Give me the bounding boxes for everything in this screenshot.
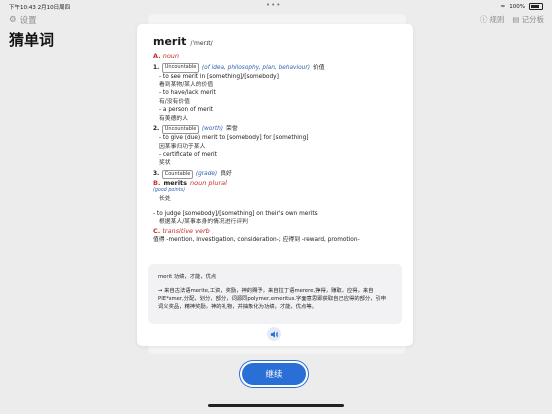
status-time: 下午10:43 2月10日周四: [9, 5, 71, 11]
gear-icon: ⚙: [9, 15, 17, 25]
pos-a: A. noun: [153, 51, 180, 60]
example-translation: 有/没有价值: [159, 98, 190, 105]
etymology-line: → 来自古法语merite,工资，奖励，神的赐予，来自拉丁语merere,挣得，…: [158, 287, 374, 294]
uncountable-tag: Uncountable: [162, 124, 199, 135]
settings-label: 设置: [19, 16, 37, 26]
good-points-label: (good points): [153, 188, 185, 194]
sense-1: 1. Uncountable (of idea, philosophy, pla…: [153, 63, 325, 73]
battery-icon: [529, 3, 543, 10]
pos-c: C. transitive verb: [153, 226, 210, 235]
word-card: merit /ˈmerɪt/ A. noun 1. Uncountable (o…: [137, 24, 413, 346]
question-icon: ⓘ: [479, 15, 488, 24]
example-line: - to judge [somebody]/[something] on the…: [153, 210, 318, 217]
scoreboard-button[interactable]: ▤ 记分板: [512, 14, 544, 25]
example-line: - a person of merit: [159, 107, 213, 114]
example-line: - to have/lack merit: [159, 90, 216, 97]
example-line: - to see merit in [something]/[somebody]: [159, 73, 279, 80]
etymology-line: 词义奖品，精神奖励，神的礼物，并抽象化为功绩，才能，优点等。: [158, 303, 317, 310]
list-icon: ▤: [512, 15, 520, 24]
pronounce-button[interactable]: [267, 327, 281, 341]
status-indicators: ≈ 100%: [500, 3, 543, 10]
headword: merit: [153, 35, 187, 48]
example-translation: 因某事归功于某人: [159, 143, 206, 150]
battery-percent: 100%: [509, 3, 525, 10]
example-translation: 根据某人/某事本身的情况进行评判: [159, 219, 248, 226]
pos-b: B. merits noun plural: [153, 179, 227, 188]
etymology-summary: merit 功绩，才能，优点: [158, 274, 217, 280]
top-right-actions: ⓘ 规则 ▤ 记分板: [480, 14, 544, 25]
example-translation: 有美德的人: [159, 115, 188, 122]
sense-3: 3. Countable (grade) 良好: [153, 169, 232, 180]
verb-usage: 值得 -mention, investigation, consideratio…: [153, 236, 360, 243]
page-title: 猜单词: [9, 31, 55, 49]
good-points-translation: 长处: [159, 196, 171, 203]
example-translation: 看到某物/某人的价值: [159, 82, 214, 88]
wifi-icon: ≈: [500, 3, 506, 10]
speaker-icon: [270, 330, 278, 338]
rules-button[interactable]: ⓘ 规则: [480, 14, 505, 25]
home-indicator[interactable]: [208, 404, 344, 407]
phonetic: /ˈmerɪt/: [190, 40, 213, 47]
example-line: - certificate of merit: [159, 151, 217, 158]
continue-button[interactable]: 继续: [242, 363, 306, 385]
countable-tag: Countable: [162, 169, 193, 180]
status-bar: 下午10:43 2月10日周四 ••• ≈ 100%: [0, 0, 552, 12]
example-line: - to give (due) merit to [somebody] for …: [159, 135, 309, 142]
etymology-box: merit 功绩，才能，优点 → 来自古法语merite,工资，奖励，神的赐予，…: [148, 264, 402, 324]
dictionary-entry: merit /ˈmerɪt/ A. noun 1. Uncountable (o…: [153, 34, 407, 244]
uncountable-tag: Uncountable: [162, 63, 199, 73]
multitasking-dots[interactable]: •••: [266, 1, 281, 9]
example-translation: 奖状: [159, 160, 171, 167]
etymology-line: PIE*smer,分配，划分，部分，词源同polymer,emeritus.字面…: [158, 295, 387, 302]
sense-2: 2. Uncountable (worth) 荣誉: [153, 124, 238, 135]
settings-button[interactable]: ⚙ 设置: [9, 14, 37, 26]
